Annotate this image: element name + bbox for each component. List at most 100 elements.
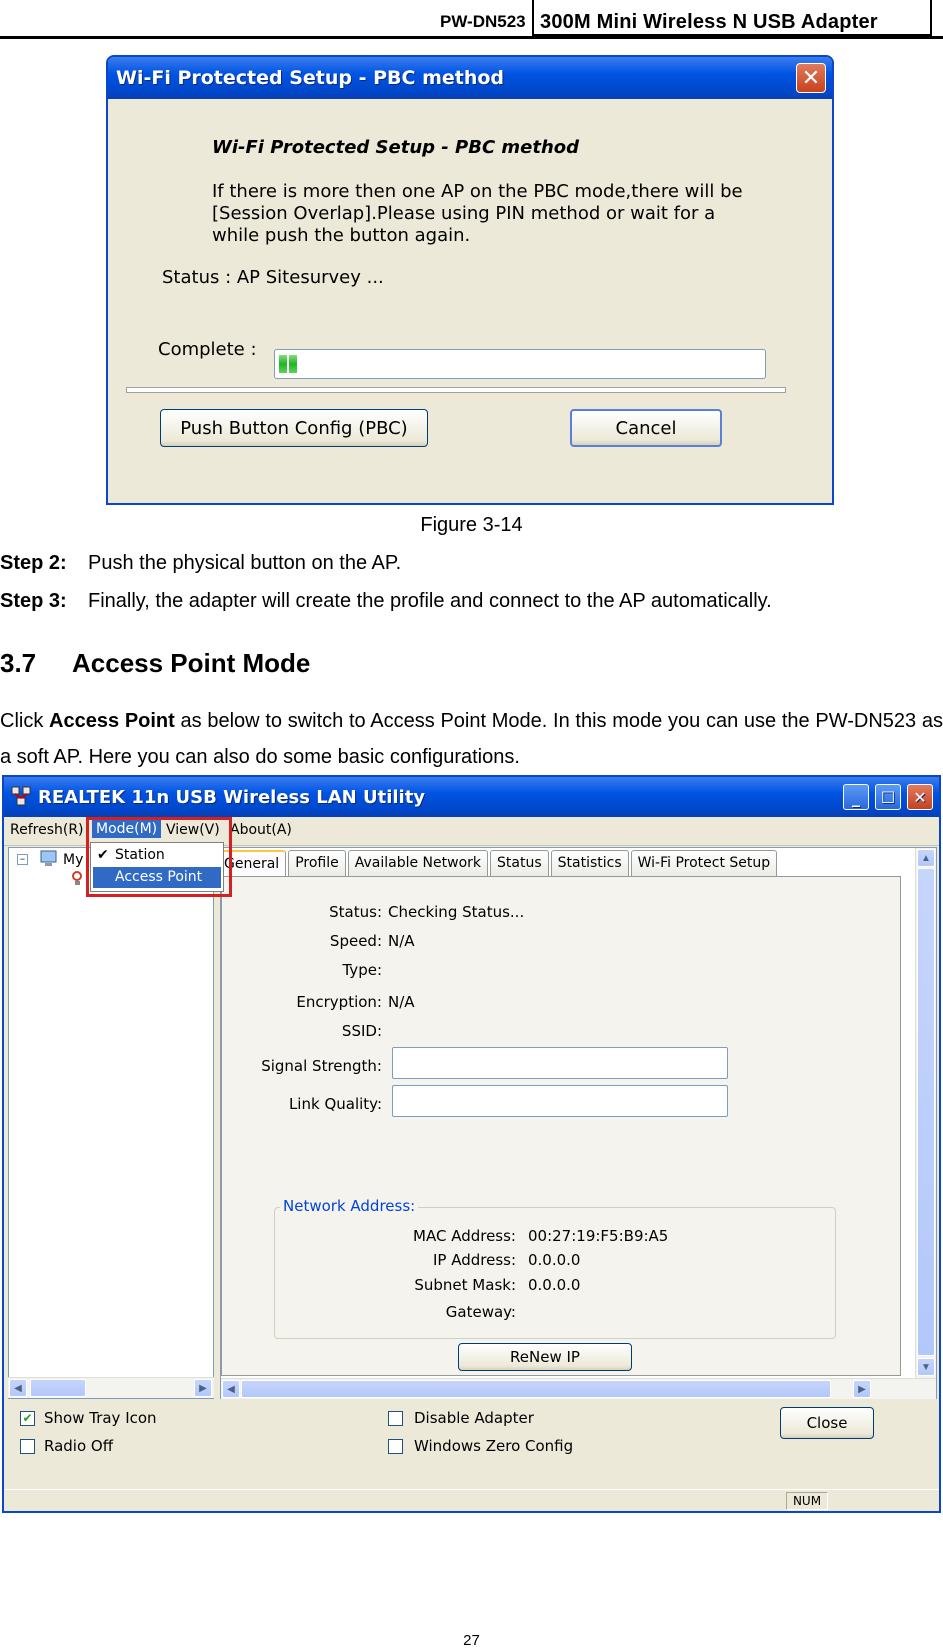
- step-text: Finally, the adapter will create the pro…: [88, 590, 772, 612]
- speed-value: N/A: [388, 932, 415, 950]
- status-value: Checking Status...: [388, 903, 525, 921]
- complete-label: Complete :: [158, 339, 257, 360]
- encryption-value: N/A: [388, 993, 415, 1011]
- figure-caption: Figure 3-14: [420, 514, 523, 536]
- wps-dialog-title: Wi-Fi Protected Setup - PBC method: [116, 67, 505, 89]
- tree-scroll-right-icon[interactable]: ▶: [194, 1379, 212, 1397]
- link-quality-bar: [392, 1085, 728, 1117]
- status-bar: NUM: [4, 1489, 939, 1511]
- tree-collapse-icon[interactable]: −: [17, 854, 28, 865]
- wps-message-line: If there is more then one AP on the PBC …: [212, 181, 743, 202]
- maximize-icon[interactable]: ☐: [875, 784, 901, 810]
- step-3: Step 3: Finally, the adapter will create…: [0, 590, 772, 613]
- pbc-button[interactable]: Push Button Config (PBC): [160, 409, 428, 447]
- wps-pbc-dialog: Wi-Fi Protected Setup - PBC method ✕ Wi-…: [106, 55, 834, 505]
- computer-icon: [40, 850, 57, 866]
- scroll-down-icon[interactable]: ▼: [917, 1358, 935, 1376]
- speed-label: Speed:: [329, 932, 382, 950]
- header-title: 300M Mini Wireless N USB Adapter: [540, 11, 878, 33]
- step-label: Step 2:: [0, 552, 67, 574]
- header-rule: [0, 36, 943, 39]
- radio-off-label: Radio Off: [44, 1437, 114, 1455]
- menu-about[interactable]: About(A): [230, 822, 292, 838]
- cancel-button[interactable]: Cancel: [570, 409, 722, 447]
- tab-statistics[interactable]: Statistics: [550, 850, 629, 876]
- windows-zero-config-label: Windows Zero Config: [414, 1437, 574, 1455]
- windows-zero-config-checkbox[interactable]: [388, 1439, 403, 1454]
- tree-root-label[interactable]: My: [63, 852, 83, 868]
- type-label: Type:: [342, 961, 382, 979]
- close-button[interactable]: Close: [780, 1407, 874, 1439]
- tab-profile[interactable]: Profile: [288, 850, 346, 876]
- network-icon: [11, 786, 31, 806]
- device-tree: − My: [8, 847, 214, 1399]
- tree-horizontal-scrollbar[interactable]: ◀ ▶: [8, 1377, 214, 1398]
- close-window-icon[interactable]: ✕: [907, 784, 933, 810]
- signal-strength-bar: [392, 1047, 728, 1079]
- wps-status: Status : AP Sitesurvey ...: [162, 267, 384, 288]
- section-heading: 3.7 Access Point Mode: [0, 648, 310, 679]
- show-tray-label: Show Tray Icon: [44, 1409, 157, 1427]
- tab-status[interactable]: Status: [490, 850, 549, 876]
- scroll-up-icon[interactable]: ▲: [917, 849, 935, 867]
- wps-dialog-titlebar: Wi-Fi Protected Setup - PBC method: [108, 57, 832, 99]
- highlight-box: [86, 817, 232, 897]
- step-2: Step 2: Push the physical button on the …: [0, 552, 401, 575]
- num-indicator: NUM: [786, 1492, 828, 1510]
- utility-titlebar: REALTEK 11n USB Wireless LAN Utility _ ☐…: [4, 777, 939, 817]
- para-prefix: Click: [0, 710, 50, 732]
- subnet-label: Subnet Mask:: [414, 1276, 516, 1294]
- tab-available-network[interactable]: Available Network: [347, 850, 488, 876]
- page-number: 27: [463, 1632, 480, 1649]
- mac-label: MAC Address:: [413, 1227, 516, 1245]
- section-number: 3.7: [0, 648, 37, 678]
- header-model: PW-DN523: [440, 12, 526, 31]
- progress-block: [289, 355, 297, 373]
- tree-scroll-left-icon[interactable]: ◀: [9, 1379, 27, 1397]
- subnet-value: 0.0.0.0: [528, 1276, 581, 1294]
- wps-message-line: while push the button again.: [212, 225, 471, 246]
- encryption-label: Encryption:: [296, 993, 382, 1011]
- gateway-label: Gateway:: [445, 1303, 516, 1321]
- general-panel: Status: Checking Status... Speed: N/A Ty…: [221, 876, 901, 1376]
- wps-message: If there is more then one AP on the PBC …: [212, 181, 743, 247]
- disable-adapter-label: Disable Adapter: [414, 1409, 534, 1427]
- step-text: Push the physical button on the AP.: [88, 552, 402, 574]
- section-title: Access Point Mode: [72, 648, 311, 678]
- step-label: Step 3:: [0, 590, 67, 612]
- main-scroll-thumb[interactable]: [241, 1380, 831, 1398]
- menu-refresh[interactable]: Refresh(R): [10, 822, 84, 838]
- progress-bar: [274, 349, 766, 379]
- scroll-thumb[interactable]: [917, 868, 935, 1356]
- close-icon[interactable]: ✕: [796, 63, 826, 93]
- renew-ip-button[interactable]: ReNew IP: [458, 1343, 632, 1371]
- vertical-scrollbar[interactable]: ▲ ▼: [915, 848, 936, 1378]
- ip-label: IP Address:: [432, 1251, 516, 1269]
- ip-value: 0.0.0.0: [528, 1251, 581, 1269]
- status-label: Status:: [329, 903, 382, 921]
- main-panel: General Profile Available Network Status…: [220, 847, 937, 1399]
- ssid-label: SSID:: [341, 1022, 382, 1040]
- adapter-icon: [72, 871, 82, 885]
- minimize-icon[interactable]: _: [843, 784, 869, 810]
- tab-wifi-protect-setup[interactable]: Wi-Fi Protect Setup: [630, 850, 778, 876]
- wps-message-line: [Session Overlap].Please using PIN metho…: [212, 203, 716, 224]
- network-address-title: Network Address:: [280, 1197, 419, 1215]
- signal-strength-label: Signal Strength:: [261, 1057, 382, 1075]
- main-horizontal-scrollbar[interactable]: ◀ ▶: [221, 1378, 936, 1399]
- para-bold: Access Point: [49, 710, 175, 732]
- utility-title: REALTEK 11n USB Wireless LAN Utility: [38, 786, 426, 808]
- show-tray-checkbox[interactable]: ✔: [20, 1411, 35, 1426]
- link-quality-label: Link Quality:: [288, 1095, 382, 1113]
- tab-bar: General Profile Available Network Status…: [221, 850, 779, 876]
- bottom-options: ✔ Show Tray Icon Radio Off Disable Adapt…: [4, 1401, 939, 1487]
- progress-block: [279, 355, 287, 373]
- scroll-left-icon[interactable]: ◀: [222, 1380, 240, 1398]
- wps-heading: Wi-Fi Protected Setup - PBC method: [212, 137, 580, 158]
- separator: [126, 387, 786, 393]
- radio-off-checkbox[interactable]: [20, 1439, 35, 1454]
- scroll-right-icon[interactable]: ▶: [853, 1380, 871, 1398]
- disable-adapter-checkbox[interactable]: [388, 1411, 403, 1426]
- tree-scroll-thumb[interactable]: [30, 1379, 86, 1397]
- mac-value: 00:27:19:F5:B9:A5: [528, 1227, 669, 1245]
